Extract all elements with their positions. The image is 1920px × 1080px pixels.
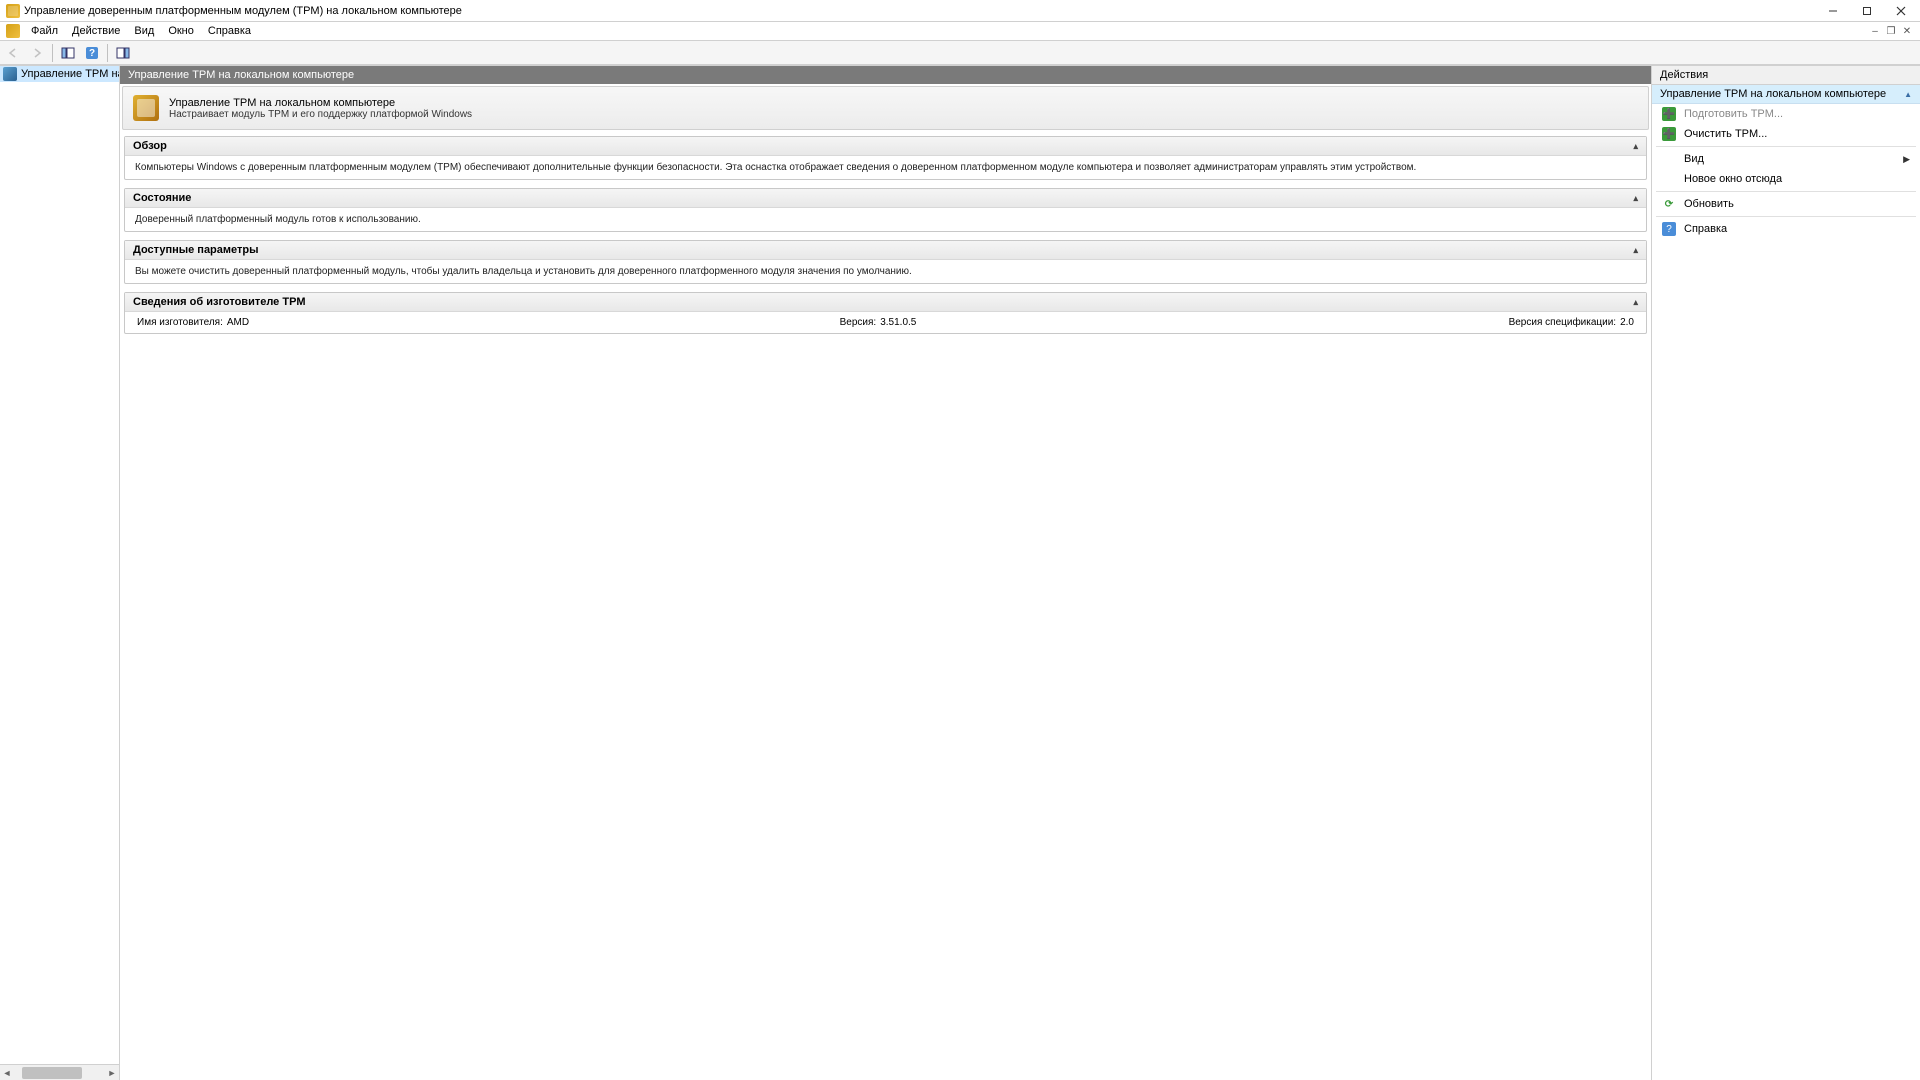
info-title: Управление TPM на локальном компьютере — [169, 97, 472, 109]
section-options: Доступные параметры ▴ Вы можете очистить… — [124, 240, 1647, 284]
section-manufacturer: Сведения об изготовителе TPM ▴ Имя изгот… — [124, 292, 1647, 334]
section-title: Обзор — [133, 140, 167, 152]
section-title: Доступные параметры — [133, 244, 259, 256]
actions-group-label: Управление TPM на локальном компьютере — [1660, 88, 1886, 100]
menu-view[interactable]: Вид — [127, 23, 161, 39]
section-body: Доверенный платформенный модуль готов к … — [125, 208, 1646, 231]
section-title: Состояние — [133, 192, 191, 204]
menu-help[interactable]: Справка — [201, 23, 258, 39]
blank-icon — [1662, 172, 1676, 186]
content-pane: Управление TPM на локальном компьютере У… — [120, 66, 1652, 1080]
tree-pane: Управление TPM на локальном к ◄ ► — [0, 66, 120, 1080]
menu-bar: Файл Действие Вид Окно Справка – ❐ ✕ — [0, 22, 1920, 41]
info-banner: Управление TPM на локальном компьютере Н… — [122, 86, 1649, 130]
main-area: Управление TPM на локальном к ◄ ► Управл… — [0, 65, 1920, 1080]
manuf-version-value: 3.51.0.5 — [880, 317, 916, 328]
toolbar-separator — [107, 44, 108, 62]
clear-icon: ➕ — [1662, 127, 1676, 141]
submenu-arrow-icon: ▶ — [1903, 154, 1910, 165]
actions-separator — [1656, 191, 1916, 192]
section-status: Состояние ▴ Доверенный платформенный мод… — [124, 188, 1647, 232]
info-subtitle: Настраивает модуль TPM и его поддержку п… — [169, 109, 472, 120]
collapse-icon[interactable]: ▴ — [1633, 245, 1638, 256]
content-header: Управление TPM на локальном компьютере — [120, 66, 1651, 84]
window-title: Управление доверенным платформенным моду… — [24, 5, 1816, 17]
manuf-name-value: AMD — [227, 317, 249, 328]
toolbar: ? — [0, 41, 1920, 65]
show-hide-tree-button[interactable] — [57, 43, 79, 63]
section-body: Вы можете очистить доверенный платформен… — [125, 260, 1646, 283]
tree-item-label: Управление TPM на локальном к — [21, 68, 119, 80]
actions-separator — [1656, 146, 1916, 147]
scroll-left-arrow[interactable]: ◄ — [0, 1068, 14, 1078]
tpm-chip-icon — [133, 95, 159, 121]
action-label: Справка — [1684, 223, 1727, 235]
action-label: Подготовить TPM... — [1684, 108, 1783, 120]
manuf-spec-value: 2.0 — [1620, 317, 1634, 328]
mdi-minimize-icon[interactable]: – — [1868, 24, 1882, 38]
action-clear-tpm[interactable]: ➕ Очистить TPM... — [1652, 124, 1920, 144]
app-icon — [6, 4, 20, 18]
refresh-icon: ⟳ — [1662, 197, 1676, 211]
collapse-icon[interactable]: ▴ — [1633, 297, 1638, 308]
section-title: Сведения об изготовителе TPM — [133, 296, 306, 308]
section-body: Компьютеры Windows с доверенным платформ… — [125, 156, 1646, 179]
action-label: Новое окно отсюда — [1684, 173, 1782, 185]
action-label: Вид — [1684, 153, 1704, 165]
actions-pane-button[interactable] — [112, 43, 134, 63]
tree-horizontal-scrollbar[interactable]: ◄ ► — [0, 1064, 119, 1080]
actions-group-header[interactable]: Управление TPM на локальном компьютере ▲ — [1652, 85, 1920, 104]
menu-window[interactable]: Окно — [161, 23, 201, 39]
forward-button — [26, 43, 48, 63]
section-overview: Обзор ▴ Компьютеры Windows с доверенным … — [124, 136, 1647, 180]
action-label: Обновить — [1684, 198, 1734, 210]
svg-text:?: ? — [89, 48, 95, 59]
toolbar-separator — [52, 44, 53, 62]
action-prepare-tpm: ➕ Подготовить TPM... — [1652, 104, 1920, 124]
window-controls — [1816, 1, 1918, 21]
collapse-icon[interactable]: ▴ — [1633, 141, 1638, 152]
collapse-icon[interactable]: ▴ — [1633, 193, 1638, 204]
manuf-spec-label: Версия спецификации: — [1509, 317, 1617, 328]
actions-pane: Действия Управление TPM на локальном ком… — [1652, 66, 1920, 1080]
action-refresh[interactable]: ⟳ Обновить — [1652, 194, 1920, 214]
action-view[interactable]: Вид ▶ — [1652, 149, 1920, 169]
action-help[interactable]: ? Справка — [1652, 219, 1920, 239]
blank-icon — [1662, 152, 1676, 166]
collapse-group-icon[interactable]: ▲ — [1904, 90, 1912, 99]
scroll-right-arrow[interactable]: ► — [105, 1068, 119, 1078]
back-button — [2, 43, 24, 63]
action-new-window[interactable]: Новое окно отсюда — [1652, 169, 1920, 189]
maximize-button[interactable] — [1850, 1, 1884, 21]
close-button[interactable] — [1884, 1, 1918, 21]
tpm-node-icon — [3, 67, 17, 81]
app-icon-small — [6, 24, 20, 38]
manuf-name-label: Имя изготовителя: — [137, 317, 223, 328]
prepare-icon: ➕ — [1662, 107, 1676, 121]
tree-item-tpm[interactable]: Управление TPM на локальном к — [0, 66, 119, 82]
help-button[interactable]: ? — [81, 43, 103, 63]
mdi-restore-icon[interactable]: ❐ — [1884, 24, 1898, 38]
action-label: Очистить TPM... — [1684, 128, 1767, 140]
mdi-close-icon[interactable]: ✕ — [1900, 24, 1914, 38]
manuf-version-label: Версия: — [840, 317, 877, 328]
actions-separator — [1656, 216, 1916, 217]
actions-header: Действия — [1652, 66, 1920, 85]
scroll-thumb[interactable] — [22, 1067, 82, 1079]
menu-file[interactable]: Файл — [24, 23, 65, 39]
title-bar: Управление доверенным платформенным моду… — [0, 0, 1920, 22]
minimize-button[interactable] — [1816, 1, 1850, 21]
menu-action[interactable]: Действие — [65, 23, 127, 39]
help-icon: ? — [1662, 222, 1676, 236]
